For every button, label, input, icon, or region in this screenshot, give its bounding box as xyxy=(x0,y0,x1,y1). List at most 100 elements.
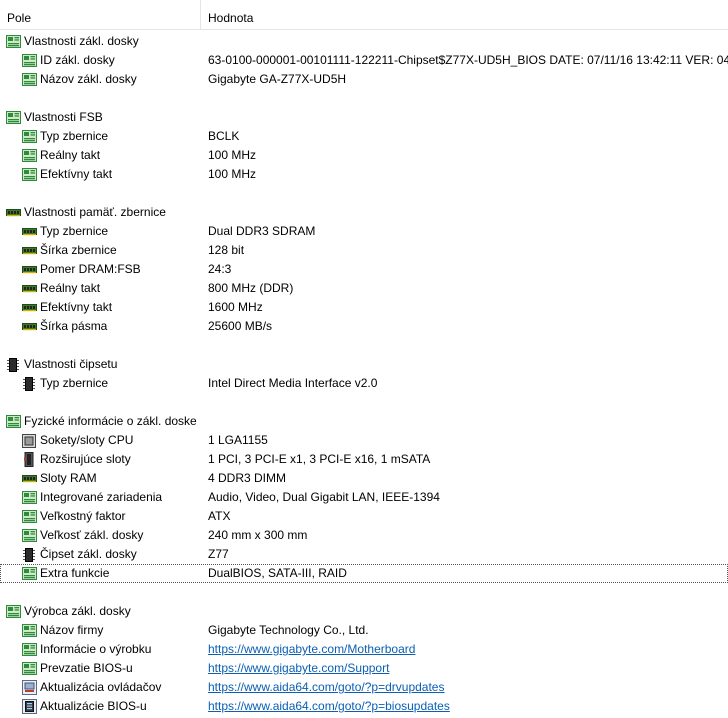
ram-module-icon xyxy=(21,262,37,277)
property-row[interactable]: Typ zbernice Dual DDR3 SDRAM xyxy=(0,222,728,241)
group-header-vyrobca-zakl-dosky[interactable]: Výrobca zákl. dosky xyxy=(0,602,728,621)
group-label: Vlastnosti čipsetu xyxy=(24,357,118,371)
property-link[interactable]: https://www.gigabyte.com/Support xyxy=(208,659,389,678)
ram-module-icon xyxy=(21,224,37,239)
property-label: Reálny takt xyxy=(40,148,101,162)
property-row[interactable]: Typ zbernice Intel Direct Media Interface… xyxy=(0,374,728,393)
motherboard-icon xyxy=(5,414,21,429)
property-label: Efektívny takt xyxy=(40,167,113,181)
property-value: Gigabyte GA-Z77X-UD5H xyxy=(208,72,347,86)
property-row[interactable]: Čipset zákl. dosky Z77 xyxy=(0,545,728,564)
property-row[interactable]: Názov firmy Gigabyte Technology Co., Ltd. xyxy=(0,621,728,640)
ram-module-icon xyxy=(21,243,37,258)
motherboard-icon xyxy=(21,661,37,676)
property-value: 63-0100-000001-00101111-122211-Chipset$Z… xyxy=(208,53,728,67)
motherboard-icon xyxy=(21,53,37,68)
property-value: Z77 xyxy=(208,547,229,561)
property-label: Aktualizácie BIOS-u xyxy=(40,699,147,713)
property-row[interactable]: Efektívny takt 1600 MHz xyxy=(0,298,728,317)
property-row[interactable]: Reálny takt 100 MHz xyxy=(0,146,728,165)
property-value: Gigabyte Technology Co., Ltd. xyxy=(208,623,369,637)
property-row[interactable]: Prevzatie BIOS-u https://www.gigabyte.com… xyxy=(0,659,728,678)
property-row[interactable]: Informácie o výrobku https://www.gigabyte… xyxy=(0,640,728,659)
column-header-field[interactable]: Pole xyxy=(0,0,201,29)
driver-update-icon xyxy=(21,680,37,695)
property-label: Informácie o výrobku xyxy=(40,642,152,656)
property-row[interactable]: Názov zákl. dosky Gigabyte GA-Z77X-UD5H xyxy=(0,70,728,89)
property-row[interactable]: Šírka pásma 25600 MB/s xyxy=(0,317,728,336)
property-label: ID zákl. dosky xyxy=(40,53,115,67)
property-row[interactable]: ID zákl. dosky 63-0100-000001-00101111-12… xyxy=(0,51,728,70)
group-label: Výrobca zákl. dosky xyxy=(24,604,131,618)
group-label: Vlastnosti FSB xyxy=(24,110,103,124)
property-label: Typ zbernice xyxy=(40,224,109,238)
property-row[interactable]: Veľkostný faktor ATX xyxy=(0,507,728,526)
property-row[interactable]: Integrované zariadenia Audio, Video, Dual… xyxy=(0,488,728,507)
property-label: Typ zbernice xyxy=(40,376,109,390)
property-row[interactable]: Sloty RAM 4 DDR3 DIMM xyxy=(0,469,728,488)
property-label: Veľkostný faktor xyxy=(40,509,126,523)
property-row[interactable]: Typ zbernice BCLK xyxy=(0,127,728,146)
property-label: Názov firmy xyxy=(40,623,104,637)
bios-update-icon xyxy=(21,699,37,714)
group-label: Vlastnosti pamäť. zbernice xyxy=(24,205,166,219)
column-header-value[interactable]: Hodnota xyxy=(201,0,728,29)
property-value: Audio, Video, Dual Gigabit LAN, IEEE-139… xyxy=(208,490,440,504)
motherboard-icon xyxy=(21,490,37,505)
cpu-socket-icon xyxy=(21,433,37,448)
ram-module-icon xyxy=(21,281,37,296)
group-header-vlastnosti-cipsetu[interactable]: Vlastnosti čipsetu xyxy=(0,355,728,374)
property-label: Extra funkcie xyxy=(40,566,110,580)
chip-icon xyxy=(5,357,21,372)
motherboard-icon xyxy=(21,642,37,657)
property-value: Dual DDR3 SDRAM xyxy=(208,224,316,238)
motherboard-icon xyxy=(21,148,37,163)
property-row[interactable]: Aktualizácia ovládačov https://www.aida64… xyxy=(0,678,728,697)
property-row[interactable]: Šírka zbernice 128 bit xyxy=(0,241,728,260)
group-label: Vlastnosti zákl. dosky xyxy=(24,34,139,48)
property-list: Vlastnosti zákl. dosky ID zákl. dosky 63-0… xyxy=(0,32,728,716)
expansion-slot-icon xyxy=(21,452,37,467)
property-row[interactable]: Aktualizácie BIOS-u https://www.aida64.co… xyxy=(0,697,728,716)
group-header-vlastnosti-zakl-dosky[interactable]: Vlastnosti zákl. dosky xyxy=(0,32,728,51)
property-row[interactable]: Efektívny takt 100 MHz xyxy=(0,165,728,184)
chip-icon xyxy=(21,376,37,391)
motherboard-icon xyxy=(21,509,37,524)
ram-module-icon xyxy=(21,300,37,315)
property-row[interactable]: Pomer DRAM:FSB 24:3 xyxy=(0,260,728,279)
property-value: 128 bit xyxy=(208,243,245,257)
property-label: Efektívny takt xyxy=(40,300,113,314)
group-label: Fyzické informácie o zákl. doske xyxy=(24,414,197,428)
property-label: Čipset zákl. dosky xyxy=(40,547,137,561)
motherboard-icon xyxy=(5,34,21,49)
property-label: Pomer DRAM:FSB xyxy=(40,262,141,276)
group-header-vlastnosti-pamat-zbernice[interactable]: Vlastnosti pamäť. zbernice xyxy=(0,203,728,222)
property-value: 25600 MB/s xyxy=(208,319,273,333)
group-header-vlastnosti-fsb[interactable]: Vlastnosti FSB xyxy=(0,108,728,127)
property-label: Typ zbernice xyxy=(40,129,109,143)
motherboard-icon xyxy=(5,110,21,125)
property-label: Reálny takt xyxy=(40,281,101,295)
motherboard-icon xyxy=(5,604,21,619)
motherboard-icon xyxy=(21,72,37,87)
ram-module-icon xyxy=(5,205,21,220)
property-link[interactable]: https://www.gigabyte.com/Motherboard xyxy=(208,640,415,659)
property-row[interactable]: Rozširujúce sloty 1 PCI, 3 PCI-E x1, 3 PC… xyxy=(0,450,728,469)
property-link[interactable]: https://www.aida64.com/goto/?p=drvupdate… xyxy=(208,678,444,697)
property-value: Intel Direct Media Interface v2.0 xyxy=(208,376,378,390)
motherboard-icon xyxy=(21,566,37,581)
property-value: ATX xyxy=(208,509,231,523)
ram-module-icon xyxy=(21,471,37,486)
property-row[interactable]: Sokety/sloty CPU 1 LGA1155 xyxy=(0,431,728,450)
property-row[interactable]: Veľkosť zákl. dosky 240 mm x 300 mm xyxy=(0,526,728,545)
motherboard-icon xyxy=(21,129,37,144)
ram-module-icon xyxy=(21,319,37,334)
property-row[interactable]: Extra funkcie DualBIOS, SATA-III, RAID xyxy=(0,564,728,583)
property-link[interactable]: https://www.aida64.com/goto/?p=biosupdat… xyxy=(208,697,450,716)
group-header-fyzicke-informacie-o-zakl-doske[interactable]: Fyzické informácie o zákl. doske xyxy=(0,412,728,431)
property-row[interactable]: Reálny takt 800 MHz (DDR) xyxy=(0,279,728,298)
property-value: 100 MHz xyxy=(208,167,257,181)
